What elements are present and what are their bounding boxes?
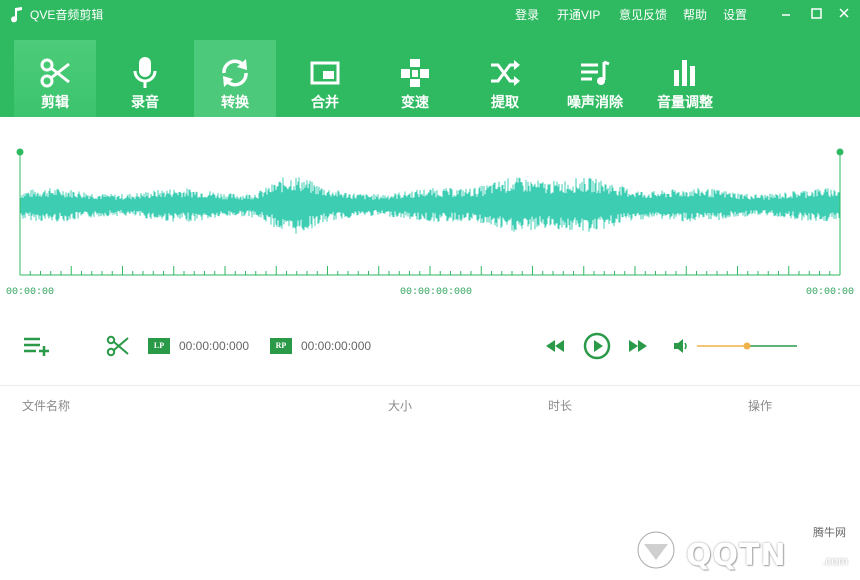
bars-icon [674, 60, 695, 86]
music-note-icon [11, 7, 22, 23]
volume-icon[interactable] [672, 337, 690, 355]
tool-merge[interactable]: 合并 [284, 40, 366, 117]
waveform-panel[interactable]: 00:00:00 00:00:00:000 00:00:00 [0, 117, 860, 307]
lp-time: 00:00:00:000 [179, 339, 250, 353]
tool-label: 合并 [311, 94, 339, 110]
fast-forward-icon[interactable] [627, 337, 649, 355]
lp-tag[interactable]: LP [148, 338, 170, 354]
divider [0, 385, 860, 386]
scissors-icon [40, 58, 70, 88]
speed-icon [401, 59, 429, 87]
title-bar: QVE音频剪辑 登录 开通VIP 意见反馈 帮助 设置 [0, 0, 860, 30]
add-file-icon[interactable] [22, 335, 52, 357]
play-icon[interactable] [582, 331, 612, 361]
waveform[interactable] [0, 117, 860, 307]
tool-label: 噪声消除 [567, 94, 623, 110]
tool-label: 提取 [491, 94, 519, 110]
rewind-icon[interactable] [544, 337, 566, 355]
right-marker-handle[interactable] [836, 148, 844, 156]
microphone-icon [133, 57, 157, 88]
tool-cut[interactable]: 剪辑 [14, 40, 96, 117]
tool-record[interactable]: 录音 [104, 40, 186, 117]
volume-slider[interactable] [696, 340, 798, 352]
column-header-size: 大小 [388, 399, 413, 413]
open-vip-link[interactable]: 开通VIP [557, 7, 600, 23]
rp-tag[interactable]: RP [270, 338, 292, 354]
tool-extract[interactable]: 提取 [464, 40, 546, 117]
tool-label: 变速 [401, 94, 429, 110]
qqtn-logo-icon [637, 531, 675, 569]
tool-convert[interactable]: 转换 [194, 40, 276, 117]
toolbar: 剪辑 录音 转换 合并 变速 提取 噪声消除 音量调整 [14, 40, 754, 117]
app-title: QVE音频剪辑 [30, 8, 104, 22]
merge-icon [310, 61, 340, 85]
timeline-end-time: 00:00:00 [806, 287, 855, 298]
maximize-icon[interactable] [806, 5, 826, 23]
column-header-file-name: 文件名称 [22, 399, 71, 413]
tool-noise-removal[interactable]: 噪声消除 [554, 40, 636, 117]
tool-label: 转换 [221, 94, 249, 110]
convert-icon [222, 59, 248, 87]
scissors-icon[interactable] [106, 334, 130, 358]
playlist-icon [581, 60, 610, 85]
tool-volume-adjust[interactable]: 音量调整 [644, 40, 726, 117]
tool-label: 剪辑 [41, 94, 69, 110]
tool-label: 音量调整 [657, 94, 713, 110]
playback-controls: LP 00:00:00:000 RP 00:00:00:000 [0, 320, 860, 372]
login-link[interactable]: 登录 [515, 7, 539, 23]
timeline-start-time: 00:00:00 [6, 287, 55, 298]
settings-link[interactable]: 设置 [723, 7, 747, 23]
left-marker-handle[interactable] [16, 148, 24, 156]
column-header-duration: 时长 [548, 399, 573, 413]
rp-time: 00:00:00:000 [301, 339, 372, 353]
close-icon[interactable] [834, 5, 854, 23]
waveform-samples [19, 177, 841, 234]
watermark-suffix: .com [821, 554, 848, 568]
timeline-current-time: 00:00:00:000 [400, 287, 473, 298]
watermark: QQTN 腾牛网 .com [630, 524, 850, 574]
feedback-link[interactable]: 意见反馈 [619, 7, 667, 23]
tool-speed[interactable]: 变速 [374, 40, 456, 117]
app-header: QVE音频剪辑 登录 开通VIP 意见反馈 帮助 设置 剪辑 录音 转换 合并 … [0, 0, 860, 117]
help-link[interactable]: 帮助 [683, 7, 707, 23]
minimize-icon[interactable] [776, 5, 796, 23]
watermark-site: 腾牛网 [813, 527, 846, 539]
tool-label: 录音 [131, 94, 159, 110]
volume-knob[interactable] [743, 342, 751, 350]
shuffle-icon [491, 60, 520, 86]
watermark-text: QQTN [686, 538, 787, 573]
column-header-action: 操作 [748, 399, 773, 413]
